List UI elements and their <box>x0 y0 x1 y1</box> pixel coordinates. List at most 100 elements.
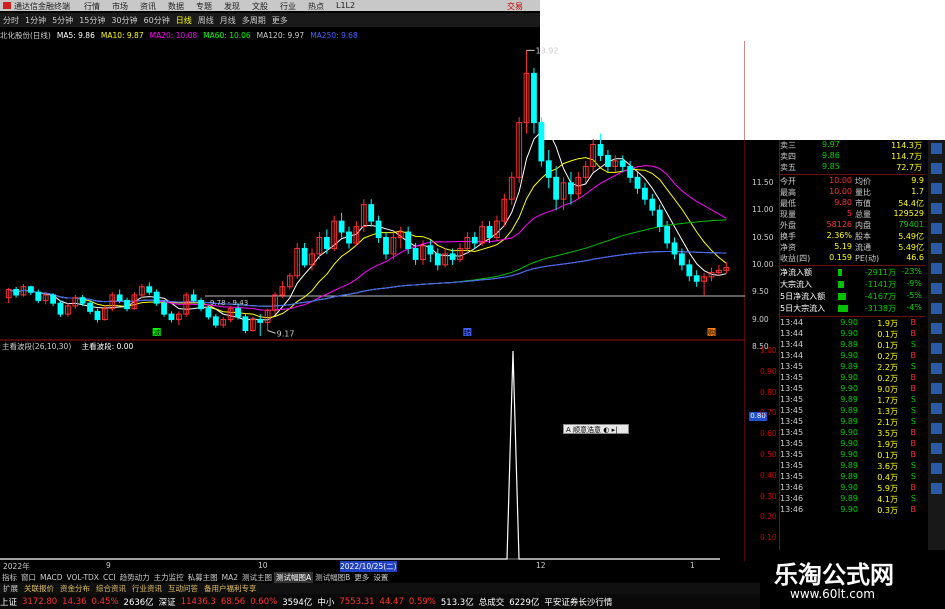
info-tab[interactable]: 综合资讯 <box>93 583 129 594</box>
info-tab[interactable]: 行业资讯 <box>129 583 165 594</box>
candle-body <box>205 308 212 318</box>
candle-body <box>693 275 700 282</box>
period-tab[interactable]: 1分钟 <box>22 15 49 26</box>
order-label: 卖五 <box>780 163 796 172</box>
toolbar-icon[interactable] <box>931 223 942 234</box>
toolbar-icon[interactable] <box>931 423 942 434</box>
indicator-tab[interactable]: 设置 <box>371 572 390 583</box>
fund-flow-row: 5日净流入额 -4167万 -5% <box>780 291 925 303</box>
toolbar-icon[interactable] <box>931 363 942 374</box>
title-bar: 通达信金融终端 行情 市场 资讯 数据 专题 发现 文股 行业 热点 L1L2 交易 <box>0 0 540 11</box>
stat-label: 均价 <box>855 177 871 186</box>
indicator-chart[interactable] <box>0 341 745 561</box>
menu-item[interactable]: 市场 <box>112 1 140 12</box>
indicator-tab[interactable]: 主力监控 <box>152 572 186 583</box>
indicator-tab[interactable]: 测试幅图A <box>274 571 314 583</box>
toolbar-icon[interactable] <box>931 183 942 194</box>
toolbar-icon[interactable] <box>931 483 942 494</box>
candle-body <box>35 291 42 301</box>
tick-time: 13:45 <box>780 362 804 371</box>
event-mark-label: 减 <box>153 328 160 337</box>
indicator-tab[interactable]: 趋势动力 <box>118 572 152 583</box>
period-tab[interactable]: 60分钟 <box>141 15 173 26</box>
toolbar-icon[interactable] <box>931 343 942 354</box>
period-tab[interactable]: 周线 <box>195 15 217 26</box>
menu-item[interactable]: 文股 <box>252 1 280 12</box>
menu-item[interactable]: 热点 <box>308 1 336 12</box>
menu-item[interactable]: 资讯 <box>140 1 168 12</box>
info-tab[interactable]: 扩展 <box>0 583 21 594</box>
menu-item[interactable]: L1L2 <box>336 1 364 12</box>
menu-item[interactable]: 行业 <box>280 1 308 12</box>
indicator-tab[interactable]: CCI <box>101 573 118 582</box>
menu-item[interactable]: 专题 <box>196 1 224 12</box>
indicator-tab[interactable]: 测试主图 <box>240 572 274 583</box>
candle-body <box>323 237 330 249</box>
info-tab[interactable]: 互动问答 <box>165 583 201 594</box>
candle-body <box>486 226 493 239</box>
indicator-tab[interactable]: 更多 <box>352 572 371 583</box>
period-tab[interactable]: 更多 <box>269 15 291 26</box>
order-volume: 72.7万 <box>896 163 922 172</box>
toolbar-icon[interactable] <box>931 243 942 254</box>
tick-row: 13:45 9.90 1.9万 B <box>780 439 925 450</box>
tick-side: S <box>910 472 916 481</box>
info-tab[interactable]: 关联报价 <box>21 583 57 594</box>
menu-item[interactable]: 行情 <box>84 1 112 12</box>
toolbar-icon[interactable] <box>931 263 942 274</box>
tick-time: 13:46 <box>780 494 804 503</box>
candle-body <box>597 143 604 156</box>
tick-price: 9.90 <box>840 450 858 459</box>
candle <box>701 273 708 297</box>
period-tab[interactable]: 月线 <box>217 15 239 26</box>
stat-value: 58126 <box>826 220 852 229</box>
indicator-tab[interactable]: VOL-TDX <box>64 573 100 582</box>
indicator-tab[interactable]: 指标 <box>0 572 19 583</box>
side-toolbar <box>928 140 945 570</box>
menu-item[interactable]: 发现 <box>224 1 252 12</box>
toolbar-icon[interactable] <box>931 283 942 294</box>
toolbar-icon[interactable] <box>931 443 942 454</box>
info-tab[interactable]: 资金分布 <box>57 583 93 594</box>
toolbar-icon[interactable] <box>931 403 942 414</box>
login-button[interactable]: 交易 <box>507 1 523 12</box>
indicator-tab[interactable]: MA2 <box>220 573 240 582</box>
menu-item[interactable]: 数据 <box>168 1 196 12</box>
tick-volume: 0.2万 <box>877 374 898 383</box>
period-tab[interactable]: 30分钟 <box>108 15 140 26</box>
period-tab[interactable]: 15分钟 <box>76 15 108 26</box>
stat-label: 外盘 <box>780 221 796 230</box>
period-tab[interactable]: 日线 <box>173 15 195 26</box>
stat-row: 今开 10.00 均价 9.9 <box>780 176 925 187</box>
candle <box>397 226 404 249</box>
price-chart[interactable]: 13.92 9.17 9.78 - 9.43 减 转 购 <box>0 41 745 341</box>
toolbar-icon[interactable] <box>931 143 942 154</box>
candle-body <box>568 182 574 195</box>
period-tab[interactable]: 多周期 <box>239 15 269 26</box>
tick-price: 9.90 <box>840 351 858 360</box>
indicator-tab[interactable]: 私募主图 <box>186 572 220 583</box>
indicator-popup[interactable]: A 顺意浩意 ◐ ▸| <box>563 424 629 434</box>
status-item: 14.36 <box>62 596 87 607</box>
toolbar-icon[interactable] <box>931 163 942 174</box>
indicator-tab[interactable]: 测试幅图B <box>313 572 352 583</box>
period-tab[interactable]: 5分钟 <box>49 15 76 26</box>
candle <box>272 292 278 315</box>
tick-time: 13:45 <box>780 439 804 448</box>
indicator-tab[interactable]: MACD <box>38 573 64 582</box>
period-tab[interactable]: 分时 <box>0 15 22 26</box>
tick-row: 13:45 9.89 2.2万 S <box>780 362 925 373</box>
tick-price: 9.89 <box>840 395 858 404</box>
toolbar-icon[interactable] <box>931 203 942 214</box>
candle-body <box>346 231 352 244</box>
candle-body <box>405 231 412 249</box>
order-volume: 114.3万 <box>891 141 922 150</box>
toolbar-icon[interactable] <box>931 463 942 474</box>
flow-value: -1141万 <box>864 280 896 289</box>
toolbar-icon[interactable] <box>931 303 942 314</box>
info-tab[interactable]: 备用户福利专享 <box>201 583 260 594</box>
toolbar-icon[interactable] <box>931 383 942 394</box>
toolbar-icon[interactable] <box>931 323 942 334</box>
indicator-tab[interactable]: 窗口 <box>19 572 38 583</box>
divider <box>780 174 925 175</box>
